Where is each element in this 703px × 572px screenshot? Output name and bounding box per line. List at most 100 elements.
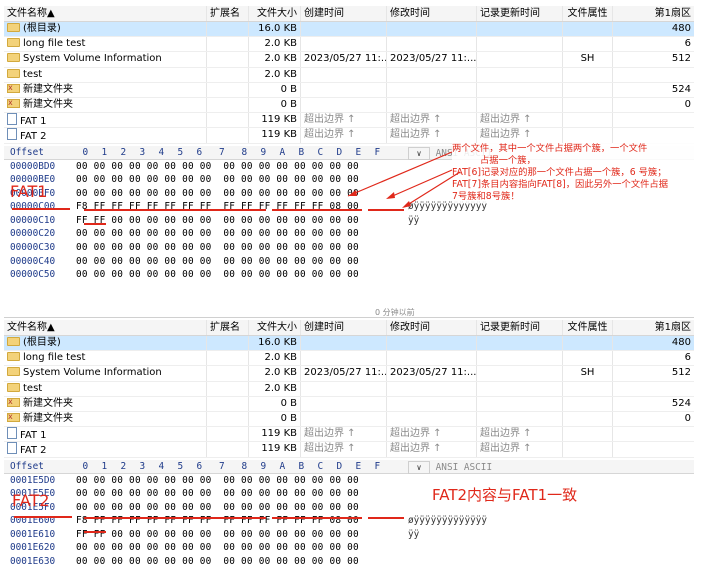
col-created[interactable]: 创建时间 [301, 320, 387, 335]
file-row[interactable]: (根目录) 16.0 KB 480 [4, 336, 694, 352]
file-name: 新建文件夹 [23, 412, 73, 424]
col-record-updated[interactable]: 记录更新时间 [477, 320, 563, 335]
file-size: 2.0 KB [249, 381, 301, 396]
hex-column-header: 0123456 7 89ABCDEF [76, 460, 394, 473]
col-first-sector[interactable]: 第1扇区 [613, 320, 694, 335]
file-name: System Volume Information [23, 367, 162, 379]
file-name-cell[interactable]: System Volume Information [4, 366, 207, 381]
file-size: 119 KB [249, 442, 301, 457]
col-name[interactable]: 文件名称▲ [4, 320, 207, 335]
hex-ascii[interactable] [394, 555, 568, 569]
file-ext [207, 366, 249, 381]
file-row[interactable]: 新建文件夹 0 B 524 [4, 396, 694, 412]
file-ext [207, 381, 249, 396]
file-size: 16.0 KB [249, 336, 301, 351]
file-size: 2.0 KB [249, 351, 301, 366]
file-modified: 超出边界 ↑ [387, 427, 477, 442]
hex-bytes[interactable]: 00 00 00 00 00 00 00 00 00 00 00 00 00 0… [76, 501, 394, 515]
sort-ascending-icon: ▲ [47, 322, 55, 333]
file-record-updated [477, 336, 563, 351]
file-ext [207, 442, 249, 457]
hex-col-label: C [317, 460, 324, 472]
file-created [301, 396, 387, 411]
hex-view: Offset 0123456 7 89ABCDEF ∨ ANSI ASCII 000… [4, 459, 694, 569]
fat2-bytes-underline-d [84, 531, 106, 533]
file-name-cell[interactable]: FAT 1 [4, 427, 207, 442]
file-record-updated [477, 351, 563, 366]
deleted-folder-icon [7, 412, 20, 424]
file-ext [207, 427, 249, 442]
hex-col-label: F [374, 460, 381, 472]
hex-ascii[interactable] [394, 541, 568, 555]
hex-ascii[interactable]: øÿÿÿÿÿÿÿÿÿÿÿÿÿ [394, 514, 568, 528]
file-modified [387, 381, 477, 396]
hex-offset: 0001E620 [10, 542, 56, 554]
file-name-cell[interactable]: test [4, 381, 207, 396]
fat2-underline [14, 516, 72, 518]
arrow-line [347, 151, 453, 197]
hex-col-label: 0 [82, 460, 89, 472]
file-created [301, 381, 387, 396]
file-modified [387, 411, 477, 427]
hex-col-label: 2 [120, 460, 127, 472]
panel-fat2: 文件名称▲ 扩展名 文件大小 创建时间 修改时间 记录更新时间 文件属性 第1扇… [4, 320, 694, 569]
col-size[interactable]: 文件大小 [249, 320, 301, 335]
hex-bytes[interactable]: 00 00 00 00 00 00 00 00 00 00 00 00 00 0… [76, 541, 394, 555]
col-ext[interactable]: 扩展名 [207, 320, 249, 335]
file-first-sector: 480 [671, 337, 691, 348]
file-row[interactable]: long file test 2.0 KB 6 [4, 351, 694, 367]
file-row[interactable]: System Volume Information 2.0 KB 2023/05/2… [4, 366, 694, 382]
file-attr [563, 381, 613, 396]
file-row[interactable]: 新建文件夹 0 B 0 [4, 411, 694, 428]
document-icon [7, 427, 17, 440]
hex-col-label: 8 [241, 460, 248, 472]
file-row[interactable]: FAT 2 119 KB 超出边界 ↑ 超出边界 ↑ 超出边界 ↑ [4, 442, 694, 458]
file-first-sector [613, 442, 694, 456]
folder-icon [7, 352, 20, 362]
file-row[interactable]: FAT 1 119 KB 超出边界 ↑ 超出边界 ↑ 超出边界 ↑ [4, 427, 694, 443]
file-row[interactable]: test 2.0 KB [4, 381, 694, 397]
hex-bytes[interactable]: 00 00 00 00 00 00 00 00 00 00 00 00 00 0… [76, 555, 394, 569]
file-first-sector: 0 [684, 412, 691, 424]
file-first-sector [613, 427, 694, 441]
file-attr [563, 442, 613, 457]
hex-col-label: 4 [158, 460, 165, 472]
fat2-bytes-underline-a [84, 517, 266, 519]
hex-col-label: B [298, 460, 305, 472]
hex-ascii[interactable]: ÿÿ [394, 528, 568, 542]
file-record-updated [477, 396, 563, 411]
hex-offset: 0001E630 [10, 556, 56, 568]
col-attr[interactable]: 文件属性 [563, 320, 613, 335]
hex-bytes[interactable]: 00 00 00 00 00 00 00 00 00 00 00 00 00 0… [76, 474, 394, 488]
file-name: FAT 1 [20, 430, 47, 442]
hex-offset-header: Offset [10, 460, 44, 472]
deleted-folder-icon [7, 397, 20, 409]
hex-row: 0001E630 00 00 00 00 00 00 00 00 00 00 00… [4, 555, 694, 569]
file-name-cell[interactable]: long file test [4, 351, 207, 366]
fat2-bytes-underline-b [272, 517, 362, 519]
file-name-cell[interactable]: 新建文件夹 [4, 396, 207, 411]
file-name-cell[interactable]: 新建文件夹 [4, 411, 207, 427]
file-name-cell[interactable]: (根目录) [4, 336, 207, 351]
file-name: test [23, 382, 43, 394]
file-attr [563, 396, 613, 411]
file-record-updated [477, 411, 563, 427]
chevron-down-icon[interactable]: ∨ [408, 460, 430, 474]
hex-bytes[interactable]: FF FF 00 00 00 00 00 00 00 00 00 00 00 0… [76, 528, 394, 542]
fat2-bytes-underline-c [368, 517, 404, 519]
file-first-sector [613, 382, 694, 396]
hex-bytes[interactable]: 00 00 00 00 00 00 00 00 00 00 00 00 00 0… [76, 487, 394, 501]
hex-col-label: D [336, 460, 343, 472]
hex-header: Offset 0123456 7 89ABCDEF ∨ ANSI ASCII [4, 459, 694, 474]
file-name: long file test [23, 352, 86, 364]
hex-ascii-header: ∨ ANSI ASCII [394, 460, 568, 474]
file-modified: 2023/05/27 11:... [387, 366, 477, 381]
file-size: 0 B [249, 396, 301, 411]
document-icon [7, 442, 17, 455]
file-list-header: 文件名称▲ 扩展名 文件大小 创建时间 修改时间 记录更新时间 文件属性 第1扇… [4, 320, 694, 336]
arrow-head [402, 201, 411, 208]
file-first-sector: 512 [671, 367, 691, 379]
col-modified[interactable]: 修改时间 [387, 320, 477, 335]
file-record-updated: 超出边界 ↑ [477, 427, 563, 442]
file-name-cell[interactable]: FAT 2 [4, 442, 207, 457]
